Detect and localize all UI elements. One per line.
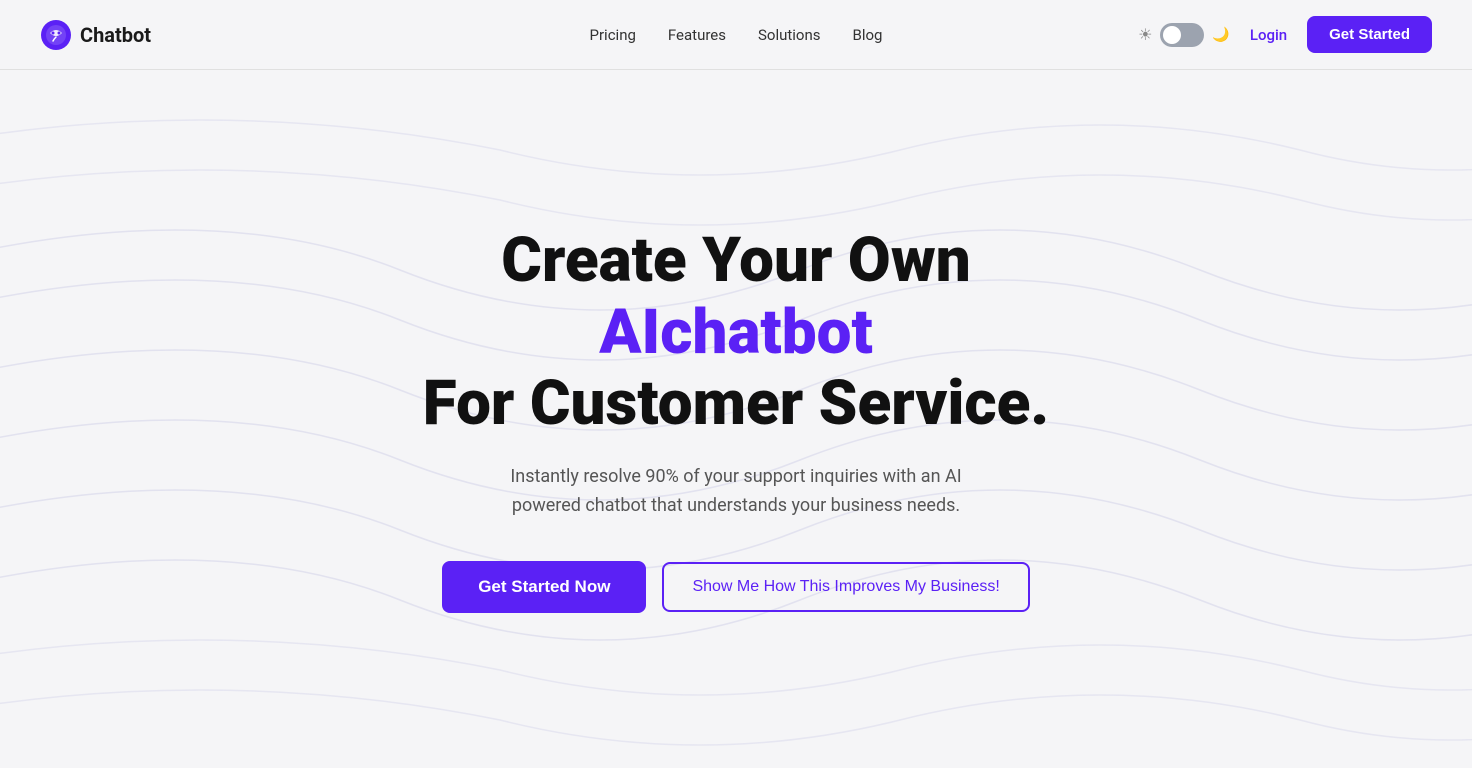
nav-pricing[interactable]: Pricing — [590, 26, 636, 44]
chatbot-logo-icon — [40, 19, 72, 51]
hero-title-suffix: For Customer Service. — [423, 367, 1049, 440]
navbar: Chatbot Pricing Features Solutions Blog … — [0, 0, 1472, 70]
theme-toggle-area: ☀ 🌙 — [1138, 23, 1230, 47]
cta-buttons: Get Started Now Show Me How This Improve… — [386, 561, 1086, 613]
cta-secondary-button[interactable]: Show Me How This Improves My Business! — [662, 562, 1029, 612]
hero-section: Create Your Own AIchatbot For Customer S… — [0, 70, 1472, 768]
nav-right: ☀ 🌙 Login Get Started — [1138, 16, 1432, 53]
nav-solutions[interactable]: Solutions — [758, 26, 821, 44]
theme-toggle[interactable] — [1160, 23, 1204, 47]
cta-primary-button[interactable]: Get Started Now — [442, 561, 646, 613]
nav-blog[interactable]: Blog — [853, 26, 883, 44]
moon-icon: 🌙 — [1212, 27, 1229, 43]
login-link[interactable]: Login — [1250, 26, 1287, 44]
hero-title-highlight: AIchatbot — [599, 296, 873, 369]
hero-content: Create Your Own AIchatbot For Customer S… — [386, 225, 1086, 612]
hero-title-prefix: Create Your Own — [501, 224, 970, 297]
hero-title: Create Your Own AIchatbot For Customer S… — [386, 225, 1086, 439]
hero-subtitle: Instantly resolve 90% of your support in… — [496, 463, 976, 521]
nav-features[interactable]: Features — [668, 26, 726, 44]
sun-icon: ☀ — [1138, 25, 1152, 44]
toggle-knob — [1163, 26, 1181, 44]
nav-links: Pricing Features Solutions Blog — [590, 26, 883, 44]
nav-get-started-button[interactable]: Get Started — [1307, 16, 1432, 53]
logo[interactable]: Chatbot — [40, 19, 151, 51]
logo-text: Chatbot — [80, 23, 151, 47]
